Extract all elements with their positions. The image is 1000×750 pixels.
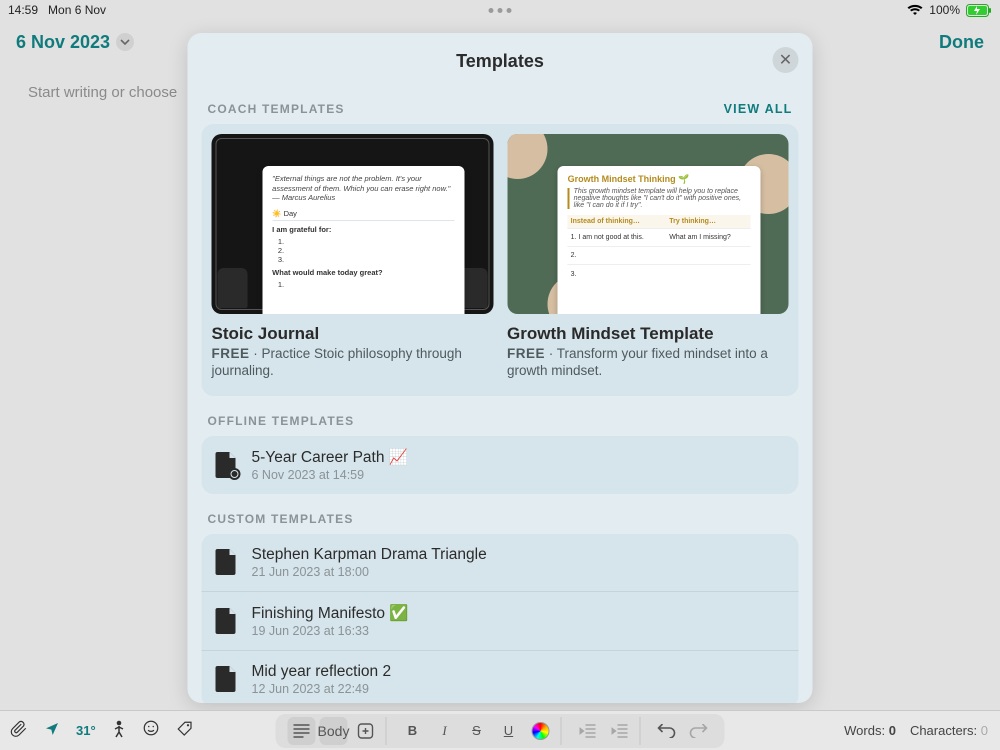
temperature-button[interactable]: 31° — [76, 723, 96, 738]
mood-icon[interactable] — [142, 719, 160, 742]
file-icon — [216, 666, 238, 692]
list-item-title: Finishing Manifesto ✅ — [252, 604, 409, 623]
list-item-subtitle: 21 Jun 2023 at 18:00 — [252, 565, 487, 579]
list-item[interactable]: Finishing Manifesto ✅ 19 Jun 2023 at 16:… — [202, 591, 799, 650]
list-item-title: Mid year reflection 2 — [252, 663, 392, 681]
entry-date-label: 6 Nov 2023 — [16, 32, 110, 53]
italic-button[interactable]: I — [431, 717, 459, 745]
style-picker[interactable]: Body — [320, 717, 348, 745]
multitask-dots[interactable] — [489, 8, 512, 13]
template-thumbnail: "External things are not the problem. It… — [212, 134, 494, 314]
template-card-stoic[interactable]: "External things are not the problem. It… — [212, 134, 494, 380]
strike-button[interactable]: S — [463, 717, 491, 745]
close-button[interactable]: ✕ — [773, 47, 799, 73]
word-count: Words: 0 — [844, 723, 896, 738]
bold-button[interactable]: B — [399, 717, 427, 745]
template-thumbnail: Growth Mindset Thinking 🌱 This growth mi… — [507, 134, 789, 314]
status-date: Mon 6 Nov — [48, 3, 106, 17]
underline-button[interactable]: U — [495, 717, 523, 745]
list-item[interactable]: Mid year reflection 2 12 Jun 2023 at 22:… — [202, 650, 799, 703]
align-button[interactable] — [288, 717, 316, 745]
template-card-growth[interactable]: Growth Mindset Thinking 🌱 This growth mi… — [507, 134, 789, 380]
indent-button[interactable] — [606, 717, 634, 745]
file-icon — [216, 549, 238, 575]
insert-button[interactable] — [352, 717, 380, 745]
list-item-subtitle: 19 Jun 2023 at 16:33 — [252, 624, 409, 638]
list-item-title: Stephen Karpman Drama Triangle — [252, 546, 487, 564]
status-time: 14:59 — [8, 3, 38, 17]
template-title: Stoic Journal — [212, 324, 494, 344]
custom-section-label: CUSTOM TEMPLATES — [208, 512, 354, 526]
tag-icon[interactable] — [176, 720, 194, 741]
template-description: FREE · Transform your fixed mindset into… — [507, 346, 789, 380]
close-icon: ✕ — [779, 50, 792, 70]
color-button[interactable] — [527, 717, 555, 745]
list-item[interactable]: Stephen Karpman Drama Triangle 21 Jun 20… — [202, 534, 799, 591]
battery-icon — [966, 4, 992, 17]
view-all-button[interactable]: VIEW ALL — [724, 102, 793, 116]
done-button[interactable]: Done — [939, 32, 984, 53]
list-item-title: 5-Year Career Path 📈 — [252, 448, 409, 467]
entry-date-picker[interactable]: 6 Nov 2023 — [16, 32, 134, 53]
battery-percent: 100% — [929, 3, 960, 17]
list-item[interactable]: 5-Year Career Path 📈 6 Nov 2023 at 14:59 — [202, 436, 799, 494]
chevron-down-icon — [116, 33, 134, 51]
offline-section-label: OFFLINE TEMPLATES — [208, 414, 355, 428]
outdent-button[interactable] — [574, 717, 602, 745]
char-count: Characters: 0 — [910, 723, 988, 738]
editor-toolbar: 31° Body B I S U — [0, 710, 1000, 750]
file-offline-icon — [216, 452, 238, 478]
status-bar: 14:59 Mon 6 Nov 100% — [0, 0, 1000, 20]
list-item-subtitle: 6 Nov 2023 at 14:59 — [252, 468, 409, 482]
coach-section-label: COACH TEMPLATES — [208, 102, 345, 116]
templates-modal: Templates ✕ COACH TEMPLATES VIEW ALL "Ex… — [188, 33, 813, 703]
template-description: FREE · Practice Stoic philosophy through… — [212, 346, 494, 380]
wifi-icon — [907, 4, 923, 16]
list-item-subtitle: 12 Jun 2023 at 22:49 — [252, 682, 392, 696]
undo-button[interactable] — [653, 717, 681, 745]
location-icon[interactable] — [44, 721, 60, 740]
file-icon — [216, 608, 238, 634]
modal-title: Templates — [188, 51, 813, 72]
attach-icon[interactable] — [10, 720, 28, 741]
template-title: Growth Mindset Template — [507, 324, 789, 344]
person-icon[interactable] — [112, 720, 126, 742]
redo-button[interactable] — [685, 717, 713, 745]
